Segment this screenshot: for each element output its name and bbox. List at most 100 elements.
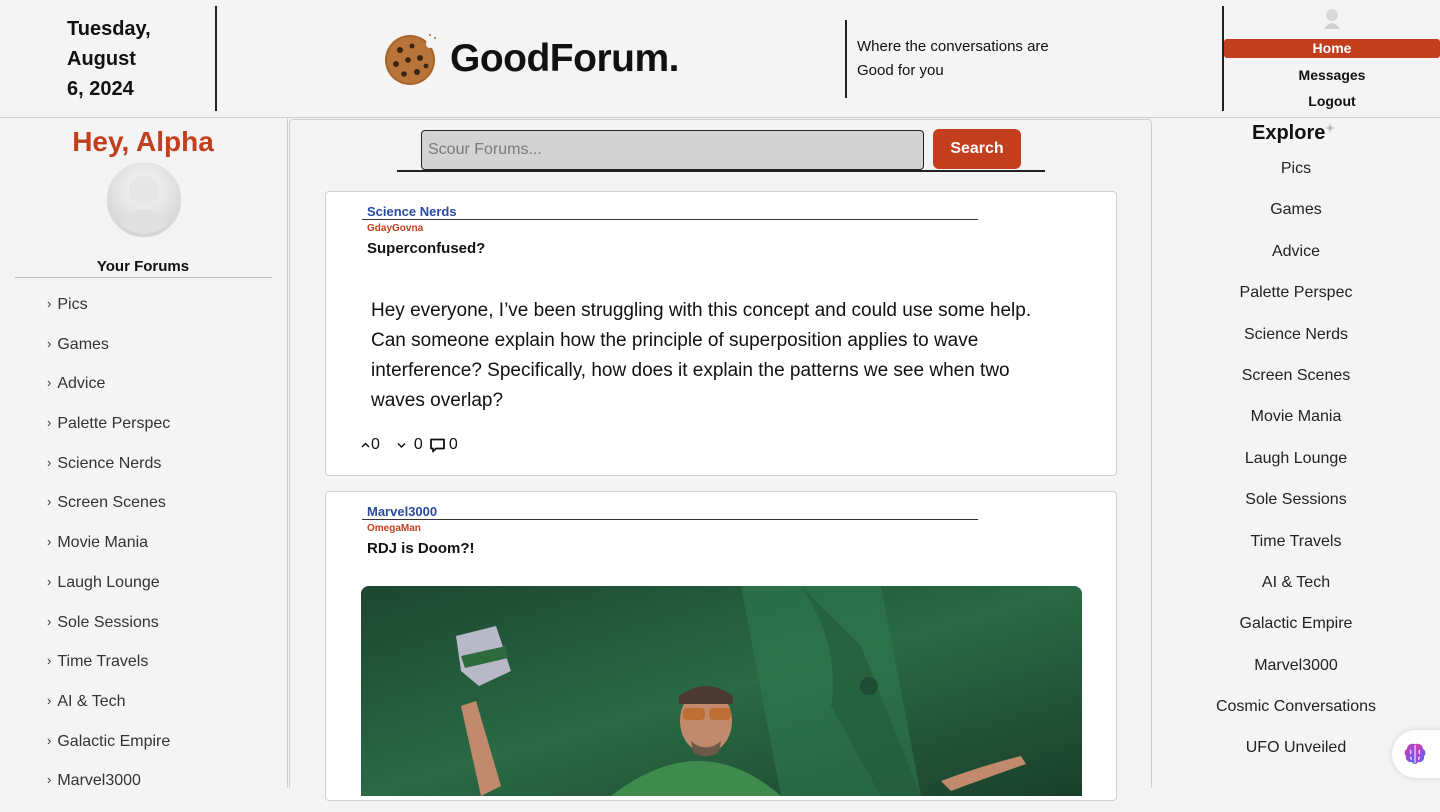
ai-assistant-button[interactable] (1392, 730, 1440, 778)
sparkle-icon: ✦ (1325, 123, 1335, 135)
site-tagline: Where the conversations are Good for you (857, 35, 1097, 83)
current-date: Tuesday, August 6, 2024 (67, 14, 207, 104)
forum-label: Advice (57, 375, 106, 393)
post-forum-link[interactable]: Science Nerds (367, 204, 457, 219)
chevron-up-icon (361, 442, 370, 448)
explore-label: Screen Scenes (1241, 366, 1351, 384)
chevron-right-icon: › (47, 692, 52, 708)
explore-label: Movie Mania (1250, 408, 1342, 426)
chevron-right-icon: › (47, 375, 52, 391)
sidebar-item-laugh-lounge[interactable]: › Laugh Lounge (0, 574, 287, 614)
top-header: Tuesday, August 6, 2024 GoodForum. Where… (0, 0, 1440, 118)
explore-item-advice[interactable]: Advice (1152, 243, 1440, 284)
site-logo[interactable]: GoodForum. (384, 32, 679, 86)
upvote-count: 0 (371, 436, 380, 453)
explore-label: Pics (1280, 160, 1312, 177)
top-nav: Home Messages Logout (1224, 8, 1440, 114)
explore-item-science-nerds[interactable]: Science Nerds (1152, 326, 1440, 367)
forum-label: Palette Perspec (57, 415, 171, 433)
explore-list: Pics Games Advice Palette Perspec Scienc… (1152, 160, 1440, 781)
sidebar-item-ai-tech[interactable]: › AI & Tech (0, 693, 287, 733)
chevron-right-icon: › (47, 454, 52, 470)
explore-label: AI & Tech (1261, 573, 1331, 591)
sidebar-item-screen-scenes[interactable]: › Screen Scenes (0, 494, 287, 534)
divider (362, 219, 978, 220)
profile-avatar-icon[interactable] (106, 162, 182, 238)
chevron-right-icon: › (47, 573, 52, 589)
explore-item-palette-perspec[interactable]: Palette Perspec (1152, 284, 1440, 325)
post-body-line: Hey everyone, I’ve been struggling with … (371, 300, 1032, 321)
user-avatar-icon[interactable] (1321, 8, 1343, 30)
explore-item-movie-mania[interactable]: Movie Mania (1152, 408, 1440, 449)
your-forums-heading: Your Forums (96, 258, 190, 275)
explore-label: Galactic Empire (1239, 615, 1353, 633)
chevron-right-icon: › (47, 335, 52, 351)
sidebar-item-games[interactable]: › Games (0, 336, 287, 376)
search-input[interactable] (421, 130, 924, 170)
tagline-line: Good for you (857, 62, 944, 79)
sidebar-item-sole-sessions[interactable]: › Sole Sessions (0, 614, 287, 654)
upvote-button[interactable]: 0 (360, 436, 380, 454)
forum-label: Galactic Empire (57, 732, 171, 750)
explore-item-galactic-empire[interactable]: Galactic Empire (1152, 615, 1440, 656)
comments-button[interactable]: 0 (429, 436, 458, 454)
chevron-right-icon: › (47, 494, 52, 510)
post-image[interactable] (361, 586, 1082, 796)
sidebar-item-time-travels[interactable]: › Time Travels (0, 653, 287, 693)
forum-label: Laugh Lounge (57, 573, 160, 591)
sidebar-item-advice[interactable]: › Advice (0, 375, 287, 415)
date-day-year: 6, 2024 (67, 78, 134, 100)
sidebar-item-science-nerds[interactable]: › Science Nerds (0, 455, 287, 495)
divider (15, 277, 272, 278)
user-greeting: Hey, Alpha (72, 126, 214, 157)
nav-messages[interactable]: Messages (1224, 62, 1440, 88)
sidebar-item-pics[interactable]: › Pics (0, 296, 287, 336)
explore-label: Cosmic Conversations (1215, 698, 1377, 716)
date-weekday: Tuesday, (67, 18, 151, 40)
explore-item-pics[interactable]: Pics (1152, 160, 1440, 201)
chevron-right-icon: › (47, 732, 52, 748)
post-title[interactable]: RDJ is Doom?! (367, 540, 475, 557)
chevron-right-icon: › (47, 415, 52, 431)
post-card: Science Nerds GdayGovna Superconfused? H… (325, 191, 1117, 476)
sidebar-item-marvel3000[interactable]: › Marvel3000 (0, 772, 287, 812)
explore-item-time-travels[interactable]: Time Travels (1152, 533, 1440, 574)
post-body: Hey everyone, I’ve been struggling with … (371, 296, 1071, 416)
brand-name: GoodForum. (450, 37, 679, 80)
chevron-right-icon: › (47, 772, 52, 788)
cookie-logo-icon (385, 34, 438, 85)
explore-label: Palette Perspec (1239, 284, 1353, 302)
forum-label: Science Nerds (57, 454, 162, 472)
sidebar-item-movie-mania[interactable]: › Movie Mania (0, 534, 287, 574)
sidebar-item-galactic-empire[interactable]: › Galactic Empire (0, 733, 287, 773)
brain-icon (1404, 743, 1426, 764)
explore-item-ai-tech[interactable]: AI & Tech (1152, 574, 1440, 615)
post-author-link[interactable]: GdayGovna (367, 223, 423, 234)
explore-item-marvel3000[interactable]: Marvel3000 (1152, 657, 1440, 698)
explore-item-cosmic-conversations[interactable]: Cosmic Conversations (1152, 698, 1440, 739)
post-photo (361, 586, 1082, 796)
forum-label: Time Travels (57, 653, 149, 671)
left-sidebar: Hey, Alpha Your Forums › Pics › Games › Adv… (0, 118, 288, 789)
post-author-link[interactable]: OmegaMan (367, 523, 421, 534)
divider (362, 519, 978, 520)
forum-label: Screen Scenes (57, 494, 166, 512)
chevron-right-icon: › (47, 534, 52, 550)
post-forum-link[interactable]: Marvel3000 (367, 504, 437, 519)
explore-item-laugh-lounge[interactable]: Laugh Lounge (1152, 450, 1440, 491)
nav-logout[interactable]: Logout (1224, 88, 1440, 114)
explore-item-sole-sessions[interactable]: Sole Sessions (1152, 491, 1440, 532)
chevron-right-icon: › (47, 653, 52, 669)
header-divider (845, 20, 847, 98)
nav-home[interactable]: Home (1224, 39, 1440, 58)
forum-label: Movie Mania (57, 534, 149, 552)
sidebar-item-palette-perspec[interactable]: › Palette Perspec (0, 415, 287, 455)
chevron-right-icon: › (47, 613, 52, 629)
downvote-button[interactable]: 0 (396, 436, 423, 454)
post-title[interactable]: Superconfused? (367, 240, 485, 257)
explore-label: Explore (1252, 122, 1326, 144)
forum-label: Pics (57, 296, 88, 313)
explore-item-games[interactable]: Games (1152, 201, 1440, 242)
explore-item-screen-scenes[interactable]: Screen Scenes (1152, 367, 1440, 408)
search-button[interactable]: Search (933, 129, 1021, 169)
